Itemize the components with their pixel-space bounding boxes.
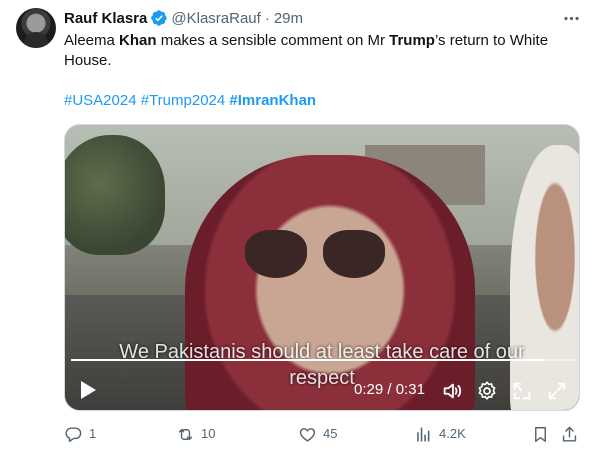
repost-button[interactable]: 10 <box>176 424 215 444</box>
repost-icon <box>178 428 193 440</box>
more-icon[interactable] <box>560 8 582 28</box>
hashtag-usa2024[interactable]: #USA2024 <box>64 92 137 109</box>
share-button[interactable] <box>560 424 585 444</box>
tweet-time[interactable]: 29m <box>274 10 303 27</box>
share-icon <box>562 426 577 442</box>
text-part: Aleema <box>64 32 120 49</box>
reply-button[interactable]: 1 <box>64 424 96 444</box>
views-button[interactable]: 4.2K <box>414 424 466 444</box>
video-progress-fill <box>71 359 545 361</box>
text-part-bold: Trump <box>389 32 435 49</box>
reply-icon <box>65 426 82 442</box>
popout-icon[interactable] <box>511 380 533 402</box>
volume-icon[interactable] <box>441 380 463 402</box>
separator-dot: · <box>264 9 270 27</box>
repost-count: 10 <box>201 426 216 441</box>
hashtags: #USA2024 #Trump2024 #ImranKhan <box>64 91 316 111</box>
like-icon <box>299 427 316 442</box>
video-frame-tree <box>65 135 165 255</box>
video-controls: 0:29 / 0:31 <box>65 374 579 406</box>
like-count: 45 <box>323 426 338 441</box>
views-icon <box>417 426 430 442</box>
current-time: 0:29 <box>354 381 384 398</box>
play-icon[interactable] <box>79 380 97 400</box>
tweet-text: Aleema Khan makes a sensible comment on … <box>64 31 564 71</box>
author-handle[interactable]: @KlasraRauf <box>171 10 260 27</box>
tweet: Rauf Klasra @KlasraRauf · 29m Aleema Kha… <box>0 0 590 452</box>
avatar[interactable] <box>16 8 56 48</box>
settings-icon[interactable] <box>476 380 498 402</box>
duration: 0:31 <box>395 381 425 398</box>
video-progress-bar[interactable] <box>71 359 575 361</box>
time-separator: / <box>387 381 392 398</box>
fullscreen-icon[interactable] <box>546 380 568 402</box>
text-part-bold: Khan <box>119 32 157 49</box>
tweet-actions: 1 10 45 4.2K <box>64 424 584 446</box>
bookmark-icon <box>535 426 546 442</box>
video-player[interactable]: We Pakistanis should at least take care … <box>64 124 580 411</box>
view-count: 4.2K <box>439 426 466 441</box>
hashtag-trump2024[interactable]: #Trump2024 <box>141 92 226 109</box>
subtitle-line: We Pakistanis should at least take care … <box>119 341 525 363</box>
like-button[interactable]: 45 <box>298 424 337 444</box>
author-name[interactable]: Rauf Klasra <box>64 10 147 27</box>
video-frame-sunglasses <box>245 230 385 280</box>
verified-badge-icon[interactable] <box>150 9 168 27</box>
video-timer: 0:29 / 0:31 <box>354 381 425 399</box>
reply-count: 1 <box>89 426 97 441</box>
tweet-header: Rauf Klasra @KlasraRauf · 29m <box>64 8 303 28</box>
hashtag-imrankhan[interactable]: #ImranKhan <box>229 92 316 109</box>
bookmark-button[interactable] <box>531 424 556 444</box>
text-part: makes a sensible comment on Mr <box>156 32 390 49</box>
